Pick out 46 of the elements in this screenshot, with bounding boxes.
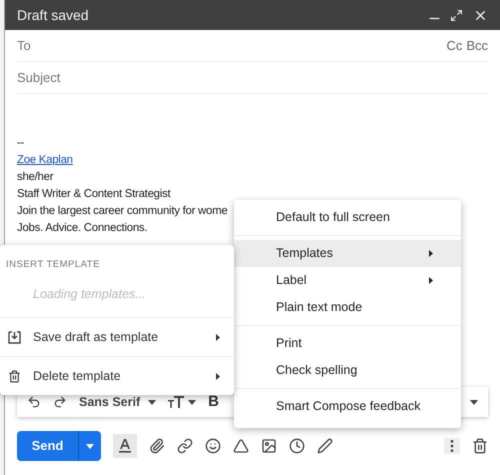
text-size-icon (168, 396, 184, 408)
signature-line: Jobs. Advice. Connections. (17, 221, 148, 236)
pen-icon[interactable] (317, 438, 333, 454)
emoji-icon[interactable] (205, 438, 221, 454)
undo-icon[interactable] (27, 395, 41, 409)
send-button[interactable]: Send (17, 431, 101, 461)
to-field[interactable]: To (17, 36, 442, 56)
more-formatting-caret-icon (470, 400, 478, 404)
signature-line: she/her (17, 170, 54, 185)
caret-icon (148, 400, 156, 404)
link-icon[interactable] (177, 438, 193, 454)
image-icon[interactable] (261, 438, 277, 454)
font-dropdown[interactable]: Sans Serif (79, 392, 156, 412)
signature-line: -- (17, 136, 24, 151)
recipient-link[interactable]: Cc (446, 36, 462, 56)
clock-icon[interactable] (289, 438, 305, 454)
menu-item[interactable]: Label (234, 267, 461, 294)
window-title: Draft saved (17, 6, 90, 24)
triangle-icon[interactable] (233, 438, 249, 454)
recipient-link[interactable]: Bcc (466, 36, 488, 56)
loading-text: Loading templates... (32, 286, 146, 304)
trash-icon (8, 370, 21, 382)
signature-line: Join the largest career community for wome (17, 204, 228, 219)
text-size-button[interactable] (168, 396, 196, 408)
expand-icon[interactable] (450, 8, 463, 22)
menu-item[interactable]: Delete template (0, 356, 234, 395)
caret-icon (188, 400, 196, 404)
menu-item[interactable]: Print (234, 330, 461, 357)
menu-item[interactable]: Default to full screen (234, 204, 461, 231)
menu-item[interactable]: Templates (234, 240, 461, 267)
text-format-icon (119, 439, 131, 453)
subject-field[interactable]: Subject (17, 68, 488, 88)
menu-item[interactable]: Plain text mode (234, 294, 461, 321)
trash-icon[interactable] (472, 438, 488, 454)
signature-line: Staff Writer & Content Strategist (17, 187, 170, 202)
redo-icon[interactable] (53, 395, 67, 409)
menu-item[interactable]: Check spelling (234, 357, 461, 384)
menu-heading: INSERT TEMPLATE (5, 258, 101, 272)
more-options-icon[interactable] (444, 438, 460, 454)
save-template-icon (8, 330, 21, 344)
menu-item[interactable]: Smart Compose feedback (234, 393, 461, 420)
signature-link[interactable]: Zoe Kaplan (17, 154, 73, 166)
menu-item[interactable]: Save draft as template (0, 317, 234, 356)
send-options-icon (86, 444, 94, 448)
attachment-icon[interactable] (149, 438, 165, 454)
formatting-toggle[interactable] (113, 434, 137, 458)
